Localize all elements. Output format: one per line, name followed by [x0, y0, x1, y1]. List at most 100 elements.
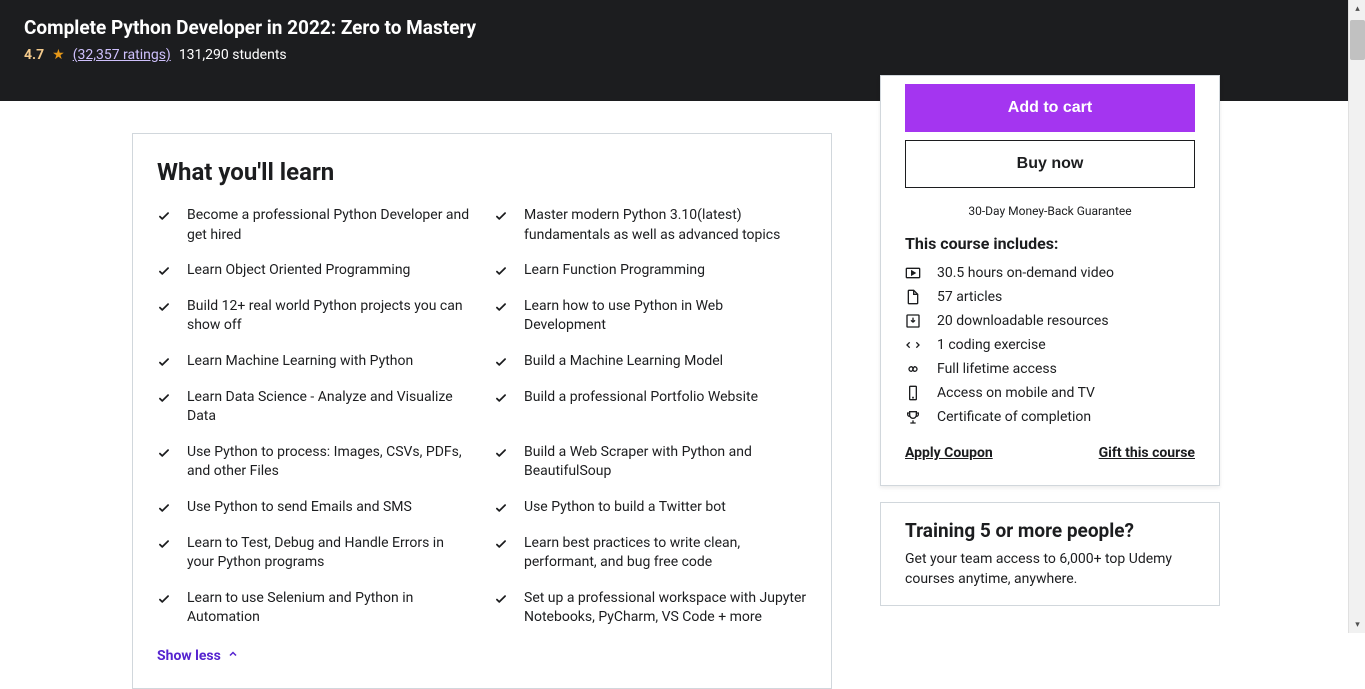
trophy-icon: [905, 409, 921, 425]
vertical-scrollbar[interactable]: ▴ ▾: [1348, 0, 1365, 633]
scroll-thumb[interactable]: [1350, 20, 1365, 60]
check-icon: [494, 209, 508, 223]
course-meta: 4.7 ★ (32,357 ratings) 131,290 students: [24, 47, 1341, 63]
wyl-text: Learn Machine Learning with Python: [187, 352, 413, 372]
wyl-item: Build a Machine Learning Model: [494, 348, 807, 376]
check-icon: [494, 300, 508, 314]
wyl-item: Learn Machine Learning with Python: [157, 348, 470, 376]
download-icon: [905, 313, 921, 329]
wyl-item: Become a professional Python Developer a…: [157, 202, 470, 249]
wyl-item: Learn best practices to write clean, per…: [494, 530, 807, 577]
includes-text: 20 downloadable resources: [937, 313, 1109, 329]
course-title: Complete Python Developer in 2022: Zero …: [24, 16, 1341, 39]
check-icon: [157, 355, 171, 369]
wyl-item: Use Python to process: Images, CSVs, PDF…: [157, 439, 470, 486]
includes-item: 30.5 hours on-demand video: [905, 261, 1195, 285]
money-back-guarantee: 30-Day Money-Back Guarantee: [905, 196, 1195, 234]
includes-text: 57 articles: [937, 289, 1002, 305]
wyl-item: Learn how to use Python in Web Developme…: [494, 293, 807, 340]
check-icon: [157, 391, 171, 405]
includes-text: Access on mobile and TV: [937, 385, 1095, 401]
wyl-title: What you'll learn: [157, 158, 807, 186]
wyl-text: Learn to use Selenium and Python in Auto…: [187, 589, 470, 628]
wyl-item: Learn Object Oriented Programming: [157, 257, 470, 285]
includes-item: Certificate of completion: [905, 405, 1195, 429]
wyl-text: Master modern Python 3.10(latest) fundam…: [524, 206, 807, 245]
check-icon: [157, 446, 171, 460]
check-icon: [157, 264, 171, 278]
includes-text: 30.5 hours on-demand video: [937, 265, 1114, 281]
wyl-item: Learn Data Science - Analyze and Visuali…: [157, 384, 470, 431]
check-icon: [494, 501, 508, 515]
wyl-item: Use Python to send Emails and SMS: [157, 494, 470, 522]
infinity-icon: [905, 361, 921, 377]
check-icon: [494, 537, 508, 551]
wyl-item: Learn to use Selenium and Python in Auto…: [157, 585, 470, 632]
wyl-text: Use Python to build a Twitter bot: [524, 498, 726, 518]
wyl-item: Learn Function Programming: [494, 257, 807, 285]
add-to-cart-button[interactable]: Add to cart: [905, 84, 1195, 132]
wyl-text: Become a professional Python Developer a…: [187, 206, 470, 245]
check-icon: [494, 391, 508, 405]
purchase-card: Add to cart Buy now 30-Day Money-Back Gu…: [880, 75, 1220, 486]
check-icon: [157, 501, 171, 515]
team-title: Training 5 or more people?: [905, 519, 1195, 542]
what-youll-learn-box: What you'll learn Become a professional …: [132, 133, 832, 689]
wyl-text: Set up a professional workspace with Jup…: [524, 589, 807, 628]
includes-item: 1 coding exercise: [905, 333, 1195, 357]
buy-now-button[interactable]: Buy now: [905, 140, 1195, 188]
wyl-item: Master modern Python 3.10(latest) fundam…: [494, 202, 807, 249]
scroll-up-arrow[interactable]: ▴: [1349, 0, 1365, 17]
wyl-text: Learn how to use Python in Web Developme…: [524, 297, 807, 336]
check-icon: [157, 592, 171, 606]
team-desc: Get your team access to 6,000+ top Udemy…: [905, 550, 1195, 589]
show-less-label: Show less: [157, 648, 221, 664]
wyl-text: Learn to Test, Debug and Handle Errors i…: [187, 534, 470, 573]
wyl-item: Build a Web Scraper with Python and Beau…: [494, 439, 807, 486]
team-training-card: Training 5 or more people? Get your team…: [880, 502, 1220, 606]
wyl-text: Build a Web Scraper with Python and Beau…: [524, 443, 807, 482]
wyl-text: Use Python to process: Images, CSVs, PDF…: [187, 443, 470, 482]
includes-text: Certificate of completion: [937, 409, 1091, 425]
includes-item: Full lifetime access: [905, 357, 1195, 381]
wyl-text: Learn Function Programming: [524, 261, 705, 281]
ratings-link[interactable]: (32,357 ratings): [73, 47, 171, 63]
wyl-item: Build a professional Portfolio Website: [494, 384, 807, 431]
wyl-text: Use Python to send Emails and SMS: [187, 498, 412, 518]
check-icon: [157, 537, 171, 551]
includes-text: Full lifetime access: [937, 361, 1057, 377]
file-icon: [905, 289, 921, 305]
check-icon: [494, 446, 508, 460]
includes-item: Access on mobile and TV: [905, 381, 1195, 405]
check-icon: [157, 209, 171, 223]
check-icon: [157, 300, 171, 314]
wyl-text: Learn best practices to write clean, per…: [524, 534, 807, 573]
wyl-item: Set up a professional workspace with Jup…: [494, 585, 807, 632]
chevron-up-icon: [227, 648, 239, 664]
includes-item: 57 articles: [905, 285, 1195, 309]
apply-coupon-link[interactable]: Apply Coupon: [905, 445, 993, 461]
wyl-text: Learn Object Oriented Programming: [187, 261, 410, 281]
includes-item: 20 downloadable resources: [905, 309, 1195, 333]
code-icon: [905, 337, 921, 353]
gift-course-link[interactable]: Gift this course: [1099, 445, 1195, 461]
show-less-button[interactable]: Show less: [157, 648, 807, 664]
wyl-item: Build 12+ real world Python projects you…: [157, 293, 470, 340]
mobile-icon: [905, 385, 921, 401]
wyl-text: Learn Data Science - Analyze and Visuali…: [187, 388, 470, 427]
wyl-item: Learn to Test, Debug and Handle Errors i…: [157, 530, 470, 577]
wyl-text: Build a Machine Learning Model: [524, 352, 723, 372]
wyl-text: Build 12+ real world Python projects you…: [187, 297, 470, 336]
students-count: 131,290 students: [179, 47, 287, 63]
video-icon: [905, 265, 921, 281]
wyl-item: Use Python to build a Twitter bot: [494, 494, 807, 522]
includes-title: This course includes:: [905, 234, 1195, 253]
check-icon: [494, 264, 508, 278]
rating-value: 4.7: [24, 47, 44, 63]
check-icon: [494, 355, 508, 369]
check-icon: [494, 592, 508, 606]
scroll-down-arrow[interactable]: ▾: [1349, 616, 1365, 633]
star-icon: ★: [52, 47, 65, 63]
wyl-text: Build a professional Portfolio Website: [524, 388, 758, 408]
includes-text: 1 coding exercise: [937, 337, 1046, 353]
